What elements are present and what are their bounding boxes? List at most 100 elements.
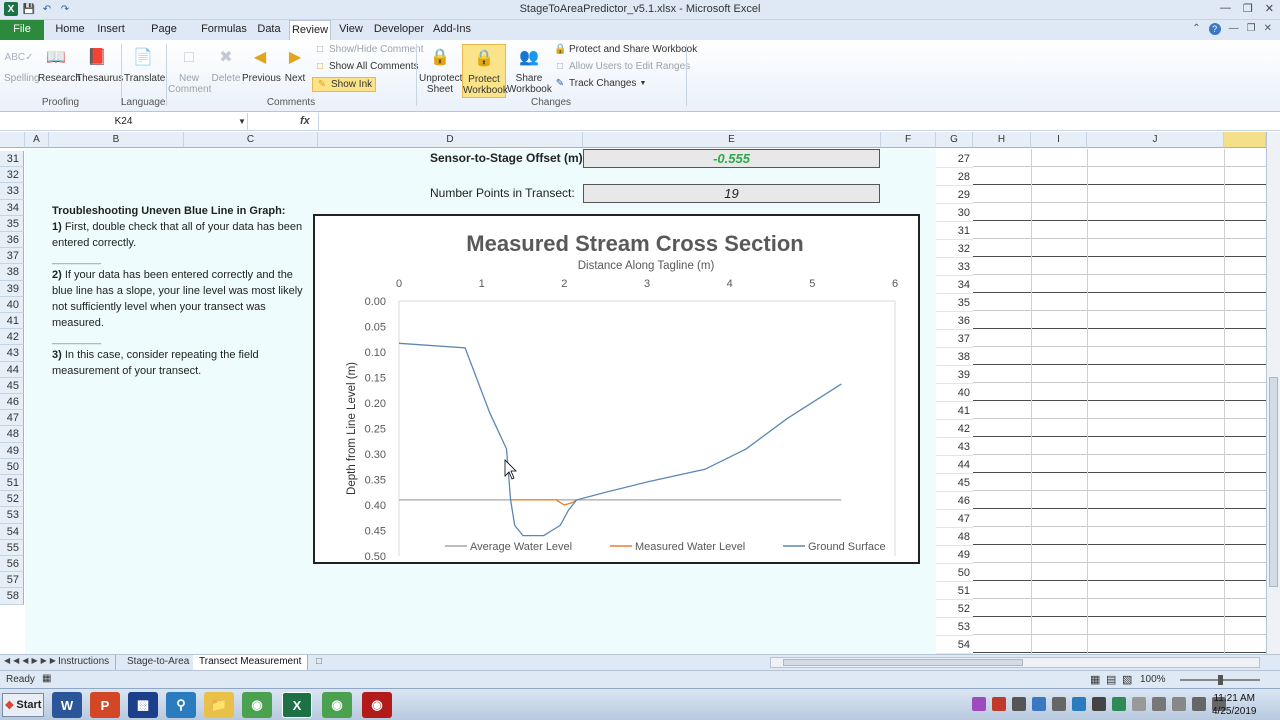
offset-value-cell[interactable]: -0.555 [583,149,880,168]
tray-app-icon[interactable] [972,697,986,711]
media-icon[interactable]: ▩ [128,692,158,718]
tab-formulas[interactable]: Formulas [200,20,248,40]
row-header[interactable]: 52 [0,491,24,508]
system-clock[interactable]: 11:21 AM 4/25/2019 [1212,692,1257,718]
tray-app-icon[interactable] [1032,697,1046,711]
powerpoint-icon[interactable]: P [90,692,120,718]
view-page-break-icon[interactable]: ▧ [1122,673,1132,686]
view-page-layout-icon[interactable]: ▤ [1106,673,1116,686]
next-comment-button[interactable]: ▶ Next [280,44,310,84]
row-header[interactable]: 40 [936,384,973,402]
row-header[interactable]: 33 [0,183,24,200]
row-header[interactable]: 51 [936,582,973,600]
bluetooth-icon[interactable] [1092,697,1106,711]
row-header[interactable]: 48 [0,426,24,443]
previous-comment-button[interactable]: ◀ Previous [242,44,281,84]
show-hide-comment-button[interactable]: □ Show/Hide Comment [314,44,424,55]
tab-addins[interactable]: Add-Ins [432,20,472,40]
network-icon[interactable] [1192,697,1206,711]
ribbon-minimize-icon[interactable]: ⌃ [1192,23,1200,35]
sheet-tab-transect-measurement[interactable]: Transect Measurement [193,655,309,670]
name-box-dropdown-icon[interactable]: ▼ [238,117,246,126]
row-header[interactable]: 41 [0,313,24,330]
vertical-scrollbar[interactable] [1266,132,1280,654]
row-header[interactable]: 31 [936,222,973,240]
workbook-restore-icon[interactable]: ❐ [1247,23,1256,35]
tray-app-icon[interactable] [1112,697,1126,711]
row-header[interactable]: 50 [936,564,973,582]
chrome-icon[interactable]: ◉ [242,692,272,718]
row-header[interactable]: 45 [936,474,973,492]
protect-share-workbook-button[interactable]: 🔒 Protect and Share Workbook [554,44,697,55]
thesaurus-button[interactable]: 📕 Thesaurus [76,44,123,84]
row-header[interactable]: 45 [0,377,24,394]
column-header-selected[interactable] [1224,132,1266,148]
row-header[interactable]: 47 [936,510,973,528]
workbook-minimize-icon[interactable]: — [1229,23,1239,35]
tray-app-icon[interactable] [1152,697,1166,711]
row-header[interactable]: 51 [0,475,24,492]
tab-data[interactable]: Data [254,20,284,40]
spelling-button[interactable]: ABC✓ Spelling [4,44,40,85]
tray-app-icon[interactable] [1132,697,1146,711]
sheet-tab-stage-to-area[interactable]: Stage-to-Area [121,655,197,670]
row-header[interactable]: 38 [936,348,973,366]
row-header[interactable]: 46 [0,394,24,411]
tab-review[interactable]: Review [289,20,331,40]
recorder-icon[interactable]: ◉ [362,692,392,718]
delete-comment-button[interactable]: ✖ Delete [210,44,242,84]
column-header[interactable]: G [936,132,973,148]
protect-workbook-button[interactable]: 🔒 Protect Workbook [462,44,508,98]
points-value-cell[interactable]: 19 [583,184,880,203]
grid-right[interactable] [973,149,1266,654]
excel-taskbar-icon[interactable]: X [282,692,312,718]
row-header[interactable]: 53 [0,507,24,524]
row-header[interactable]: 30 [936,204,973,222]
column-header[interactable]: J [1087,132,1224,148]
row-header[interactable]: 35 [0,215,24,232]
view-normal-icon[interactable]: ▦ [1090,673,1100,686]
row-header[interactable]: 58 [0,588,24,605]
row-header[interactable]: 55 [0,539,24,556]
column-header[interactable]: E [583,132,881,148]
unprotect-sheet-button[interactable]: 🔒 Unprotect Sheet [419,44,462,95]
row-header[interactable]: 39 [0,280,24,297]
sheet-nav-arrows[interactable]: ◀◀◀▶▶▶ [4,656,59,665]
column-header[interactable]: H [973,132,1031,148]
row-header[interactable]: 54 [936,636,973,654]
zoom-slider-knob[interactable] [1218,675,1223,685]
zoom-level[interactable]: 100% [1140,674,1166,685]
row-header[interactable]: 40 [0,296,24,313]
row-header[interactable]: 36 [0,232,24,249]
show-ink-button[interactable]: ✎ Show Ink [312,77,377,92]
column-header[interactable]: C [184,132,318,148]
row-header[interactable]: 41 [936,402,973,420]
row-header[interactable]: 31 [0,151,24,168]
row-header[interactable]: 48 [936,528,973,546]
row-header[interactable]: 34 [936,276,973,294]
row-header[interactable]: 54 [0,523,24,540]
workbook-close-icon[interactable]: ✕ [1264,23,1272,35]
row-header[interactable]: 57 [0,572,24,589]
vertical-scroll-thumb[interactable] [1269,377,1278,587]
insert-sheet-icon[interactable]: □ [316,656,322,667]
horizontal-scroll-thumb[interactable] [783,659,1023,666]
tab-file[interactable]: File [0,20,44,40]
row-header[interactable]: 47 [0,410,24,427]
row-header[interactable]: 52 [936,600,973,618]
track-changes-button[interactable]: ✎ Track Changes ▼ [554,78,647,89]
row-header[interactable]: 32 [936,240,973,258]
share-workbook-button[interactable]: 👥 Share Workbook [507,44,552,95]
row-header[interactable]: 28 [936,168,973,186]
search-app-icon[interactable]: ⚲ [166,692,196,718]
file-explorer-icon[interactable]: 📁 [204,692,234,718]
column-header[interactable]: A [25,132,49,148]
macro-record-icon[interactable]: ▦ [42,673,51,684]
minimize-icon[interactable]: — [1220,2,1231,15]
row-header[interactable]: 44 [0,361,24,378]
row-header[interactable]: 37 [0,248,24,265]
row-header[interactable]: 29 [936,186,973,204]
row-header[interactable]: 34 [0,199,24,216]
select-all-corner[interactable] [0,132,25,148]
row-header[interactable]: 33 [936,258,973,276]
